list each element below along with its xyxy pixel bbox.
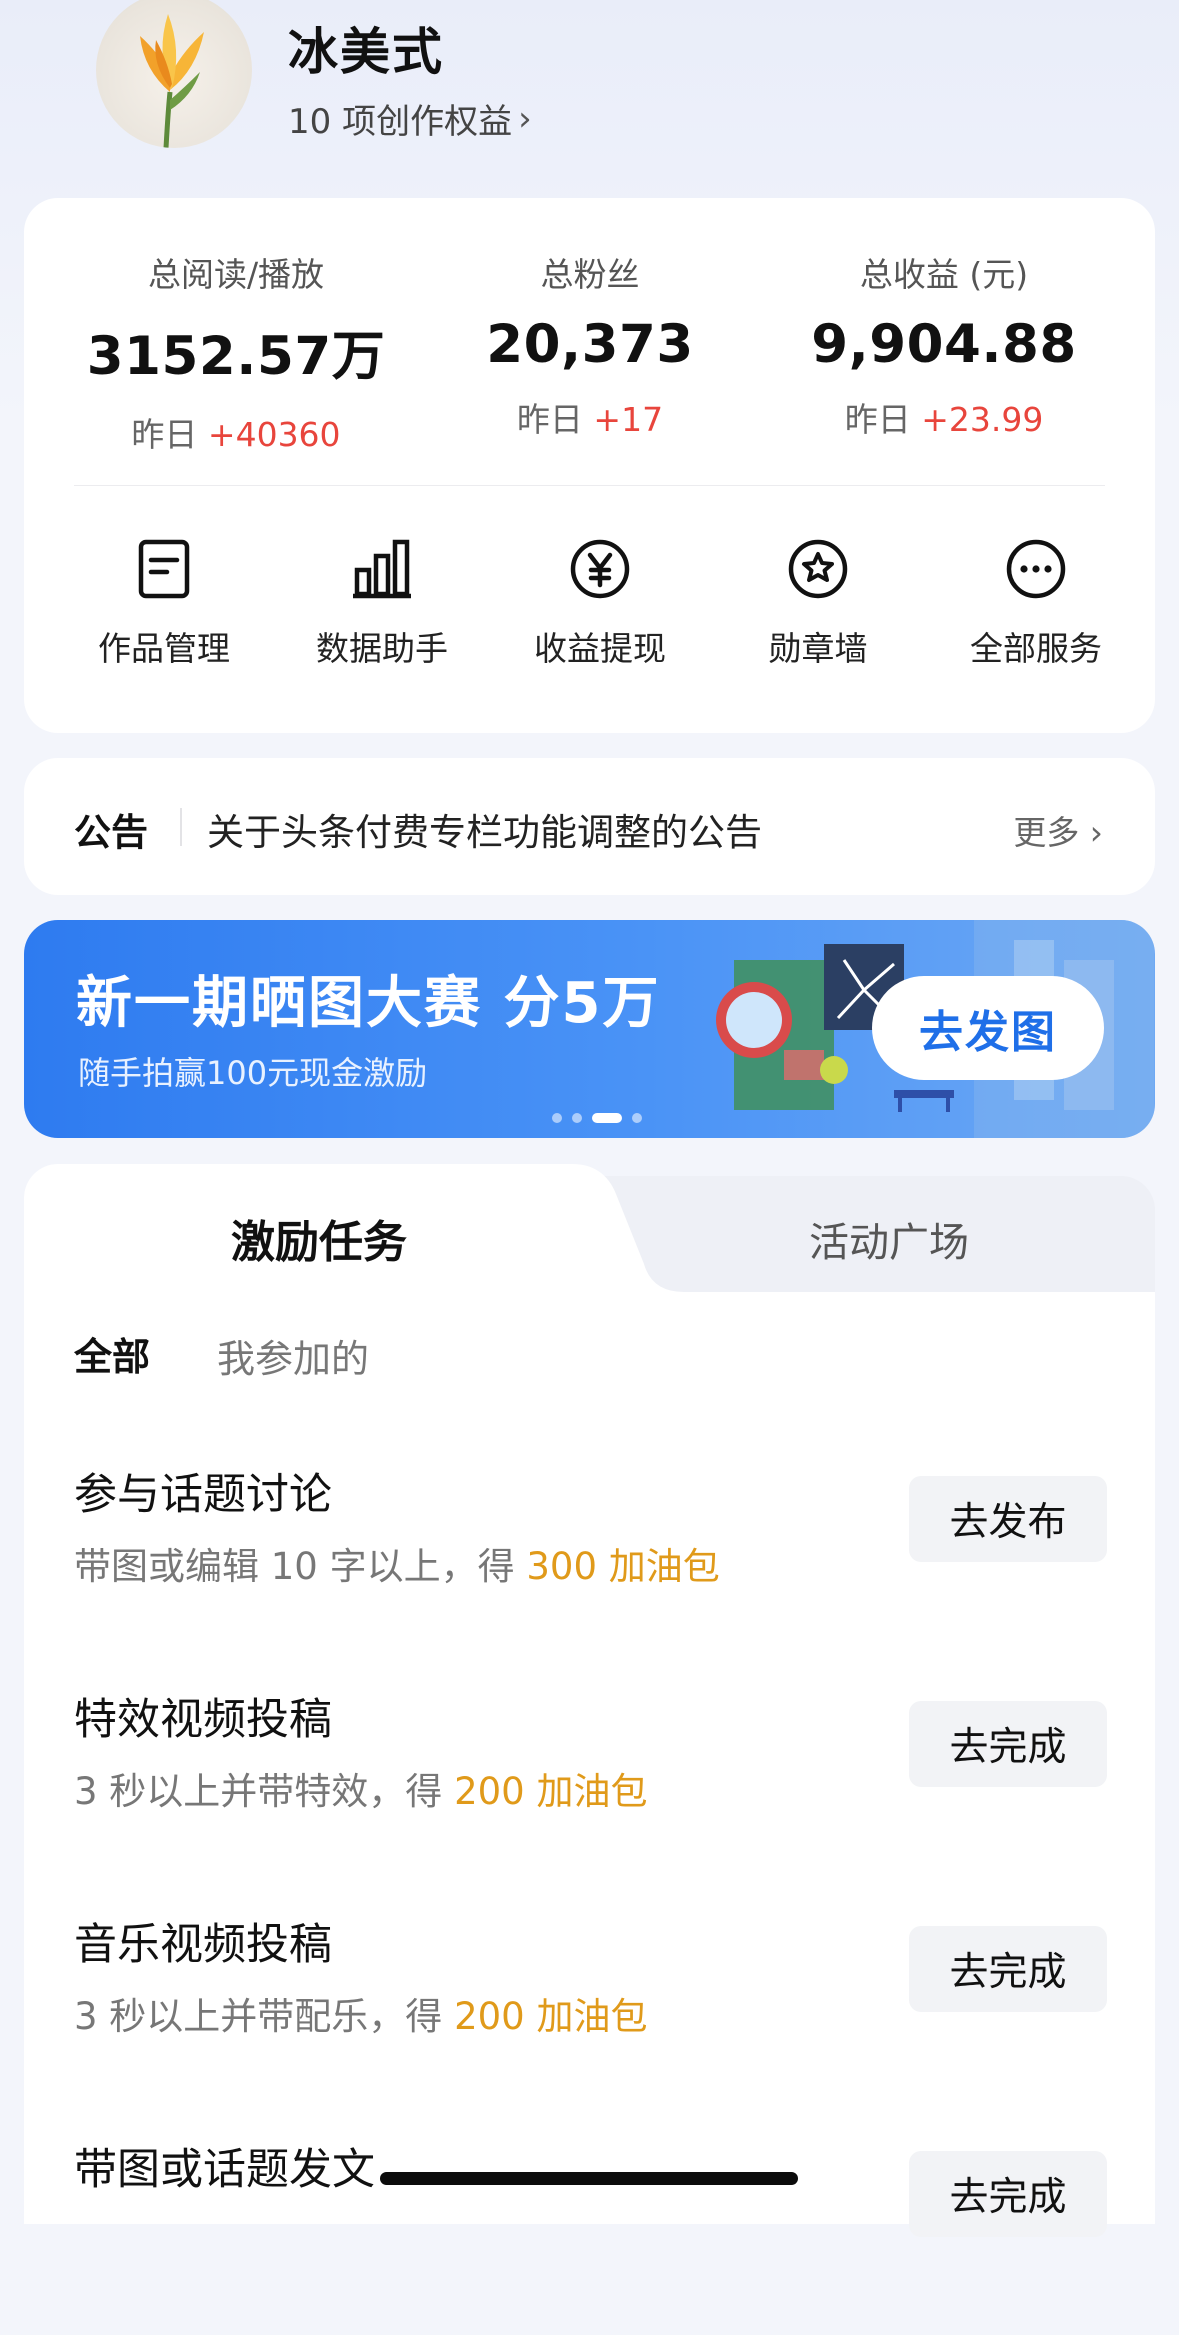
go-post-photo-button[interactable]: 去发图 <box>872 976 1104 1080</box>
stat-label: 总粉丝 <box>540 255 640 294</box>
stat-value: 3152.57万 <box>86 326 386 387</box>
stats-card: 总阅读/播放 3152.57万 昨日 +40360 总粉丝 20,373 昨日 … <box>24 198 1155 733</box>
tool-income-withdraw[interactable]: 收益提现 <box>490 538 710 670</box>
stat-delta: 昨日 +17 <box>410 393 770 441</box>
task-title: 音乐视频投稿 <box>74 1920 332 1970</box>
creator-rights-link[interactable]: 10 项创作权益 › <box>288 94 532 143</box>
stat-total-fans[interactable]: 总粉丝 20,373 昨日 +17 <box>410 248 770 441</box>
task-description: 带图或编辑 10 字以上，得 300 加油包 <box>74 1536 720 1590</box>
task-title: 特效视频投稿 <box>74 1695 332 1745</box>
more-dots-icon <box>1006 539 1066 599</box>
task-reward: 300 加油包 <box>526 1545 720 1588</box>
home-indicator[interactable] <box>380 2172 798 2185</box>
page-dot-active <box>592 1113 622 1123</box>
task-title: 参与话题讨论 <box>74 1470 332 1520</box>
banner-pagination <box>552 1113 642 1123</box>
medal-star-icon <box>788 539 848 599</box>
stat-label: 总收益 (元) <box>859 255 1029 294</box>
task-desc-text: 3 秒以上并带特效，得 <box>74 1770 455 1813</box>
task-item: 音乐视频投稿 3 秒以上并带配乐，得 200 加油包 去完成 <box>24 1910 1155 2110</box>
bar-chart-icon <box>353 539 411 599</box>
page-dot <box>572 1113 582 1123</box>
creator-rights-text: 10 项创作权益 <box>288 102 513 142</box>
tool-works-management[interactable]: 作品管理 <box>54 538 274 670</box>
chevron-right-icon: › <box>518 98 532 139</box>
task-title: 带图或话题发文 <box>74 2145 375 2195</box>
task-desc-text: 带图或编辑 10 字以上，得 <box>74 1545 527 1588</box>
stat-delta-value: +23.99 <box>921 400 1044 439</box>
task-description: 3 秒以上并带配乐，得 200 加油包 <box>74 1986 647 2040</box>
task-action-button[interactable]: 去完成 <box>909 1926 1107 2012</box>
task-item: 特效视频投稿 3 秒以上并带特效，得 200 加油包 去完成 <box>24 1685 1155 1885</box>
task-action-button[interactable]: 去完成 <box>909 1701 1107 1787</box>
stat-total-reads[interactable]: 总阅读/播放 3152.57万 昨日 +40360 <box>56 248 416 456</box>
stat-delta-prefix: 昨日 <box>844 400 922 439</box>
stat-delta-value: +40360 <box>207 415 341 454</box>
yen-icon <box>570 539 630 599</box>
notice-separator <box>180 808 182 846</box>
task-action-button[interactable]: 去发布 <box>909 1476 1107 1562</box>
stat-label: 总阅读/播放 <box>147 255 325 294</box>
stat-delta-prefix: 昨日 <box>516 400 594 439</box>
stat-delta-prefix: 昨日 <box>131 415 208 454</box>
task-reward: 200 加油包 <box>454 1770 648 1813</box>
stat-delta: 昨日 +40360 <box>56 408 416 456</box>
notice-more-link[interactable]: 更多 › <box>1013 806 1103 854</box>
stat-delta: 昨日 +23.99 <box>764 393 1124 441</box>
page-dot <box>632 1113 642 1123</box>
tool-label: 收益提现 <box>534 629 666 668</box>
document-icon <box>138 539 190 599</box>
tool-medal-wall[interactable]: 勋章墙 <box>708 538 928 670</box>
stat-delta-value: +17 <box>593 400 664 439</box>
notice-bar[interactable]: 公告 关于头条付费专栏功能调整的公告 更多 › <box>24 758 1155 895</box>
task-reward: 200 加油包 <box>454 1995 648 2038</box>
page-dot <box>552 1113 562 1123</box>
tool-all-services[interactable]: 全部服务 <box>926 538 1146 670</box>
tool-label: 作品管理 <box>98 629 230 668</box>
tab-incentive-tasks[interactable]: 激励任务 <box>24 1206 614 1270</box>
tool-label: 勋章墙 <box>768 629 868 668</box>
task-action-button[interactable]: 去完成 <box>909 2151 1107 2237</box>
divider <box>74 485 1105 486</box>
tool-label: 数据助手 <box>316 629 448 668</box>
tasks-section: 激励任务 活动广场 全部 我参加的 参与话题讨论 带图或编辑 10 字以上，得 … <box>24 1164 1155 2237</box>
tab-activity-square[interactable]: 活动广场 <box>624 1210 1154 1268</box>
stat-total-income[interactable]: 总收益 (元) 9,904.88 昨日 +23.99 <box>764 248 1124 441</box>
user-name: 冰美式 <box>288 23 444 81</box>
tool-label: 全部服务 <box>970 629 1102 668</box>
task-item: 参与话题讨论 带图或编辑 10 字以上，得 300 加油包 去发布 <box>24 1460 1155 1660</box>
task-description: 3 秒以上并带特效，得 200 加油包 <box>74 1761 647 1815</box>
promo-banner[interactable]: 新一期晒图大赛 分5万 随手拍赢100元现金激励 去发图 <box>24 920 1155 1138</box>
stat-value: 20,373 <box>486 314 694 375</box>
filter-all[interactable]: 全部 <box>74 1326 150 1381</box>
notice-text[interactable]: 关于头条付费专栏功能调整的公告 <box>207 802 762 856</box>
stat-value: 9,904.88 <box>811 314 1077 375</box>
notice-tag: 公告 <box>74 811 148 854</box>
filter-joined[interactable]: 我参加的 <box>217 1328 369 1383</box>
tool-data-assistant[interactable]: 数据助手 <box>272 538 492 670</box>
banner-subtitle: 随手拍赢100元现金激励 <box>78 1054 428 1092</box>
task-desc-text: 3 秒以上并带配乐，得 <box>74 1995 455 2038</box>
task-item: 带图或话题发文 去完成 <box>24 2135 1155 2335</box>
banner-title: 新一期晒图大赛 分5万 <box>76 971 661 1036</box>
